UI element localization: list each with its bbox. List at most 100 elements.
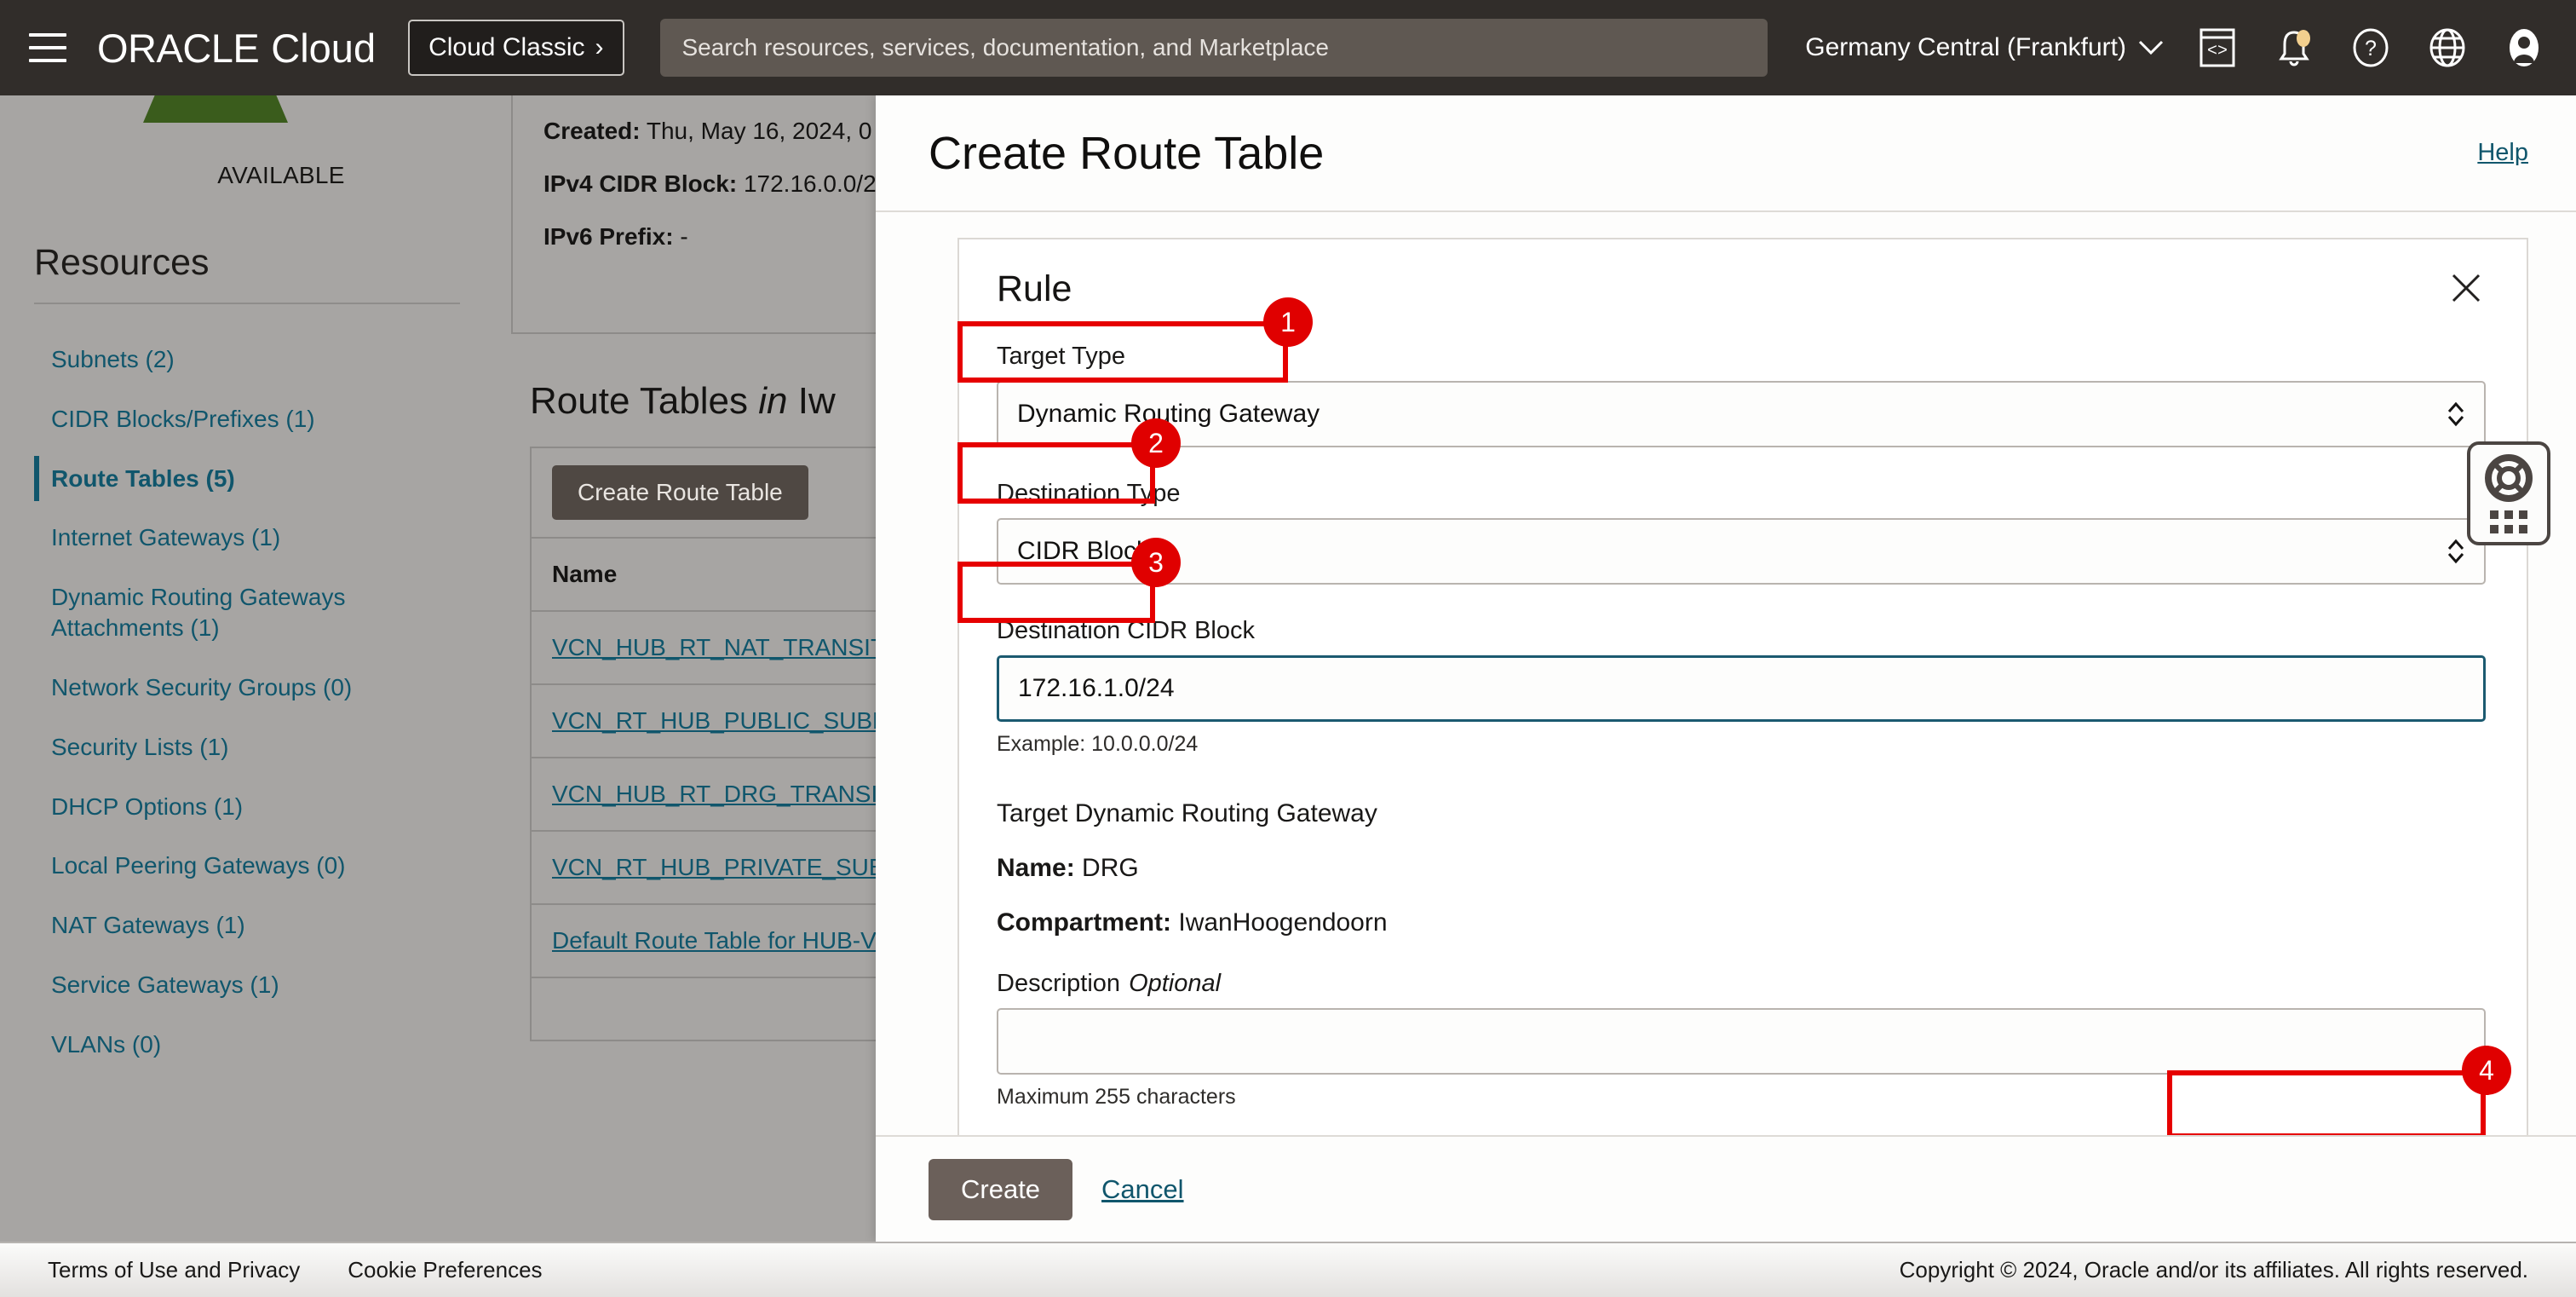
drag-handle-dots-icon[interactable]	[2490, 510, 2527, 533]
chevron-right-icon: ›	[595, 33, 604, 61]
cookie-preferences-link[interactable]: Cookie Preferences	[348, 1257, 542, 1283]
language-globe-icon[interactable]	[2424, 25, 2470, 71]
app-root: ORACLE Cloud Cloud Classic › Search reso…	[0, 0, 2576, 1297]
dialog-footer: Create Cancel	[876, 1135, 2576, 1242]
destination-type-label: Destination Type	[997, 480, 1181, 507]
table-row: VCN_HUB_RT_DRG_TRANSIT	[532, 757, 910, 830]
copyright-text: Copyright © 2024, Oracle and/or its affi…	[1899, 1257, 2528, 1283]
vcn-created-row: Created: Thu, May 16, 2024, 0	[543, 118, 879, 145]
route-table-link[interactable]: VCN_HUB_RT_DRG_TRANSIT	[552, 781, 892, 807]
description-optional-tag: Optional	[1129, 970, 1222, 997]
destination-cidr-value: 172.16.1.0/24	[1018, 674, 1175, 702]
vcn-ipv6-value: -	[680, 223, 688, 250]
table-header-name: Name	[532, 537, 910, 610]
route-tables-toolbar: Create Route Table	[532, 448, 910, 537]
annotation-number-3: 3	[1131, 538, 1181, 587]
vcn-created-key: Created:	[543, 118, 641, 144]
svg-text:?: ?	[2365, 37, 2377, 61]
create-route-table-button[interactable]: Create Route Table	[552, 465, 808, 520]
sidebar-item-subnets[interactable]: Subnets (2)	[34, 330, 460, 389]
rule-card-header: Rule	[997, 268, 2486, 310]
hamburger-menu-icon[interactable]	[29, 33, 66, 62]
destination-cidr-input[interactable]: 172.16.1.0/24	[997, 655, 2486, 722]
sidebar-item-route-tables[interactable]: Route Tables (5)	[34, 449, 460, 509]
route-tables-page-title: Route Tables in Iw	[530, 380, 911, 423]
lifebuoy-help-icon	[2485, 453, 2533, 502]
vcn-ipv6-key: IPv6 Prefix:	[543, 223, 674, 250]
route-table-link[interactable]: VCN_RT_HUB_PRIVATE_SUBNE	[552, 854, 911, 880]
page-footer: Terms of Use and Privacy Cookie Preferen…	[0, 1242, 2576, 1297]
target-drg-name-key: Name:	[997, 854, 1075, 882]
route-tables-title-in: in	[758, 380, 788, 422]
svg-text:<>: <>	[2207, 42, 2228, 61]
vcn-ipv4-value: 172.16.0.0/2	[743, 170, 877, 197]
route-table-link[interactable]: VCN_RT_HUB_PUBLIC_SUBNE	[552, 707, 906, 734]
global-search-input[interactable]: Search resources, services, documentatio…	[659, 19, 1768, 77]
help-question-icon[interactable]: ?	[2348, 25, 2394, 71]
resources-heading: Resources	[34, 242, 210, 283]
dialog-body-inner: Rule Target Type Dynamic Routing Gateway…	[876, 212, 2576, 1135]
oracle-wordmark: ORACLE	[97, 25, 260, 71]
resources-sidebar: AVAILABLE Resources Subnets (2) CIDR Blo…	[0, 95, 494, 1242]
description-label-row: Description Optional	[997, 970, 2486, 998]
create-button[interactable]: Create	[929, 1158, 1073, 1220]
vcn-details-card: Created: Thu, May 16, 2024, 0 IPv4 CIDR …	[511, 95, 911, 334]
stepper-arrows-icon	[2445, 400, 2467, 429]
rule-section-title: Rule	[997, 268, 1072, 309]
dialog-header: Create Route Table Help	[876, 95, 2576, 210]
cloud-shell-icon[interactable]: <>	[2194, 25, 2240, 71]
sidebar-item-nat-gateways[interactable]: NAT Gateways (1)	[34, 896, 460, 955]
top-navigation-bar: ORACLE Cloud Cloud Classic › Search reso…	[0, 0, 2576, 95]
route-table-link[interactable]: VCN_HUB_RT_NAT_TRANSIT	[552, 634, 885, 660]
close-icon[interactable]	[2447, 268, 2486, 308]
target-drg-compartment-value: IwanHoogendoorn	[1178, 908, 1388, 937]
sidebar-item-vlans[interactable]: VLANs (0)	[34, 1015, 460, 1075]
help-link[interactable]: Help	[2477, 139, 2528, 167]
sidebar-item-network-security-groups[interactable]: Network Security Groups (0)	[34, 658, 460, 718]
notifications-bell-icon[interactable]	[2271, 25, 2317, 71]
destination-type-select[interactable]: CIDR Block	[997, 518, 2486, 585]
user-avatar-icon[interactable]	[2501, 25, 2547, 71]
vcn-ipv6-row: IPv6 Prefix: -	[543, 223, 879, 251]
route-tables-panel: Create Route Table Name VCN_HUB_RT_NAT_T…	[530, 447, 911, 1041]
dialog-body: Rule Target Type Dynamic Routing Gateway…	[876, 210, 2576, 1135]
destination-type-value: CIDR Block	[1017, 537, 1150, 565]
description-helper-text: Maximum 255 characters	[997, 1085, 1236, 1109]
search-placeholder-text: Search resources, services, documentatio…	[681, 34, 1330, 61]
annotation-number-1: 1	[1263, 297, 1313, 347]
oracle-cloud-logo[interactable]: ORACLE Cloud	[97, 25, 376, 72]
notification-indicator-dot	[2297, 30, 2310, 47]
annotation-number-2: 2	[1131, 418, 1181, 468]
sidebar-item-service-gateways[interactable]: Service Gateways (1)	[34, 955, 460, 1015]
description-input[interactable]	[997, 1008, 2486, 1075]
dialog-title: Create Route Table	[929, 127, 1325, 179]
region-selector[interactable]: Germany Central (Frankfurt)	[1805, 33, 2164, 62]
route-tables-title-post: Iw	[787, 380, 836, 422]
cloud-classic-button[interactable]: Cloud Classic ›	[408, 20, 624, 76]
sidebar-item-internet-gateways[interactable]: Internet Gateways (1)	[34, 508, 460, 568]
cancel-button[interactable]: Cancel	[1101, 1174, 1184, 1205]
target-type-select[interactable]: Dynamic Routing Gateway	[997, 381, 2486, 447]
table-row: Default Route Table for HUB-VC	[532, 903, 910, 977]
destination-cidr-helper-text: Example: 10.0.0.0/24	[997, 732, 1199, 756]
sidebar-item-drg-attachments[interactable]: Dynamic Routing Gateways Attachments (1)	[34, 568, 460, 658]
destination-cidr-label: Destination CIDR Block	[997, 617, 1255, 644]
route-table-link[interactable]: Default Route Table for HUB-VC	[552, 927, 894, 954]
route-tables-title-pre: Route Tables	[530, 380, 759, 422]
sidebar-item-cidr-blocks[interactable]: CIDR Blocks/Prefixes (1)	[34, 389, 460, 449]
sidebar-item-local-peering-gateways[interactable]: Local Peering Gateways (0)	[34, 836, 460, 896]
target-drg-name-row: Name: DRG	[997, 854, 2486, 883]
vcn-ipv4-row: IPv4 CIDR Block: 172.16.0.0/2	[543, 170, 879, 198]
sidebar-item-security-lists[interactable]: Security Lists (1)	[34, 718, 460, 777]
vcn-created-value: Thu, May 16, 2024, 0	[646, 118, 872, 144]
footer-links: Terms of Use and Privacy Cookie Preferen…	[48, 1257, 543, 1283]
chevron-down-icon	[2138, 40, 2164, 55]
region-label: Germany Central (Frankfurt)	[1805, 33, 2126, 61]
terms-of-use-link[interactable]: Terms of Use and Privacy	[48, 1257, 300, 1283]
annotation-number-4: 4	[2462, 1046, 2511, 1095]
route-tables-background-area: Created: Thu, May 16, 2024, 0 IPv4 CIDR …	[511, 95, 911, 1242]
sidebar-item-dhcp-options[interactable]: DHCP Options (1)	[34, 777, 460, 837]
stepper-arrows-icon	[2445, 537, 2467, 566]
cloud-classic-label: Cloud Classic	[428, 33, 585, 61]
floating-help-widget[interactable]	[2467, 441, 2550, 545]
